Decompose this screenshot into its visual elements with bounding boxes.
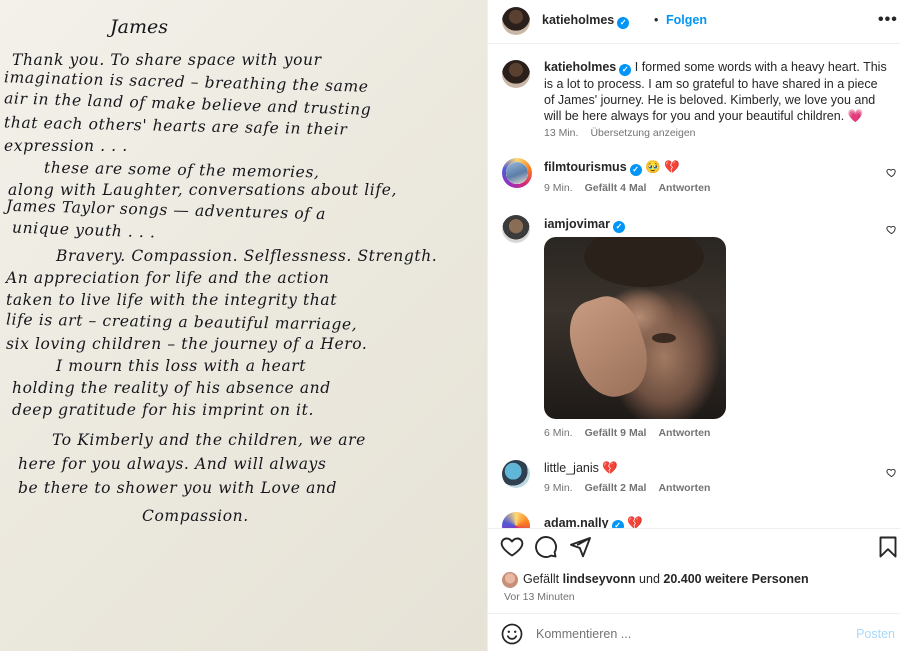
caption-time[interactable]: 13 Min. [544,127,578,139]
heart-icon[interactable] [886,224,897,235]
avatar[interactable] [502,60,530,88]
reply-button[interactable]: Antworten [658,427,710,439]
post-author[interactable]: katieholmes ✓ [542,13,630,29]
comment-text: 🥹 💔 [645,160,680,174]
note-line: expression . . . [4,137,128,155]
heart-icon[interactable] [886,167,897,178]
comment-image[interactable] [544,237,726,419]
caption: katieholmes ✓ I formed some words with a … [544,59,890,124]
comment-meta: 9 Min. Gefällt 2 Mal Antworten [544,482,722,494]
caption-emoji: 💗 [847,109,864,123]
likes-others[interactable]: 20.400 weitere Personen [663,572,808,586]
comment: filmtourismus ✓ 🥹 💔 [544,160,680,176]
comment-username[interactable]: adam.nally [544,516,609,528]
caption-username[interactable]: katieholmes [544,60,616,74]
comment-likes[interactable]: Gefällt 4 Mal [585,182,647,194]
note-line: six loving children – the journey of a H… [6,335,368,353]
post-actions: Gefällt lindseyvonn und 20.400 weitere P… [488,528,900,651]
post-time[interactable]: Vor 13 Minuten [504,591,575,603]
note-line: deep gratitude for his imprint on it. [12,401,314,419]
avatar-image [506,162,528,184]
avatar[interactable] [502,7,530,35]
note-line: Bravery. Compassion. Selflessness. Stren… [56,247,438,265]
avatar[interactable] [502,512,530,528]
comment-time[interactable]: 9 Min. [544,182,573,194]
comment: adam.nally ✓ 💔 [544,516,643,528]
note-line: To Kimberly and the children, we are [52,431,366,449]
avatar[interactable] [502,158,532,188]
comment-time[interactable]: 9 Min. [544,482,573,494]
likers-avatar[interactable] [502,572,518,588]
bookmark-icon[interactable] [876,535,900,559]
note-title: James [110,16,168,38]
comment-meta: 9 Min. Gefällt 4 Mal Antworten [544,182,722,194]
note-line: Compassion. [142,507,249,525]
emoji-icon[interactable] [500,622,524,646]
comments-list[interactable]: katieholmes ✓ I formed some words with a … [488,44,900,528]
post-photo[interactable]: James Thank you. To share space with you… [0,0,487,651]
comment-input[interactable] [536,624,836,644]
more-options-icon[interactable]: ••• [878,11,898,29]
post-header: katieholmes ✓ • Folgen ••• [488,0,900,44]
likes-summary: Gefällt lindseyvonn und 20.400 weitere P… [523,572,809,586]
liker-username[interactable]: lindseyvonn [563,572,636,586]
image-hand [560,288,658,406]
post-comment-button[interactable]: Posten [856,627,895,641]
verified-badge-icon: ✓ [613,221,626,233]
comment: little_janis 💔 [544,461,618,476]
like-heart-icon[interactable] [500,535,524,559]
comment-username[interactable]: iamjovimar [544,217,610,231]
translate-link[interactable]: Übersetzung anzeigen [590,127,695,139]
verified-badge-icon: ✓ [619,64,632,76]
likes-middle: und [639,572,660,586]
verified-badge-icon: ✓ [617,17,630,29]
comment-likes[interactable]: Gefällt 9 Mal [585,427,647,439]
comment-composer: Posten [488,613,900,651]
post-panel: katieholmes ✓ • Folgen ••• katieholmes ✓ I… [487,0,900,651]
heart-icon[interactable] [886,467,897,478]
note-line: be there to shower you with Love and [18,479,338,497]
comment: iamjovimar ✓ [544,217,626,233]
comment-username[interactable]: filmtourismus [544,160,627,174]
comment-username[interactable]: little_janis [544,461,599,475]
username[interactable]: katieholmes [542,13,614,27]
comment-text: 💔 [602,461,618,475]
comment-meta: 6 Min. Gefällt 9 Mal Antworten [544,427,722,439]
note-line: unique youth . . . [11,218,156,242]
note-line: here for you always. And will always [18,455,327,473]
note-line: Thank you. To share space with your [12,51,322,69]
comment-icon[interactable] [534,535,558,559]
comment-time[interactable]: 6 Min. [544,427,573,439]
likes-prefix: Gefällt [523,572,560,586]
image-eye [652,333,676,343]
comment-text: 💔 [627,516,643,528]
share-icon[interactable] [568,535,592,559]
note-line: An appreciation for life and the action [6,269,330,287]
note-line: holding the reality of his absence and [12,379,331,397]
comment-likes[interactable]: Gefällt 2 Mal [585,482,647,494]
image-hair [584,237,704,287]
separator-dot: • [654,13,659,27]
reply-button[interactable]: Antworten [658,482,710,494]
note-line: life is art – creating a beautiful marri… [5,310,358,334]
verified-badge-icon: ✓ [629,164,642,176]
avatar[interactable] [502,460,530,488]
caption-meta: 13 Min. Übersetzung anzeigen [544,127,708,139]
note-line: taken to live life with the integrity th… [6,291,338,309]
follow-button[interactable]: Folgen [666,13,707,27]
reply-button[interactable]: Antworten [658,182,710,194]
note-line: these are some of the memories, [43,158,320,182]
verified-badge-icon: ✓ [611,520,624,528]
note-line: I mourn this loss with a heart [56,357,307,375]
avatar[interactable] [502,215,530,243]
